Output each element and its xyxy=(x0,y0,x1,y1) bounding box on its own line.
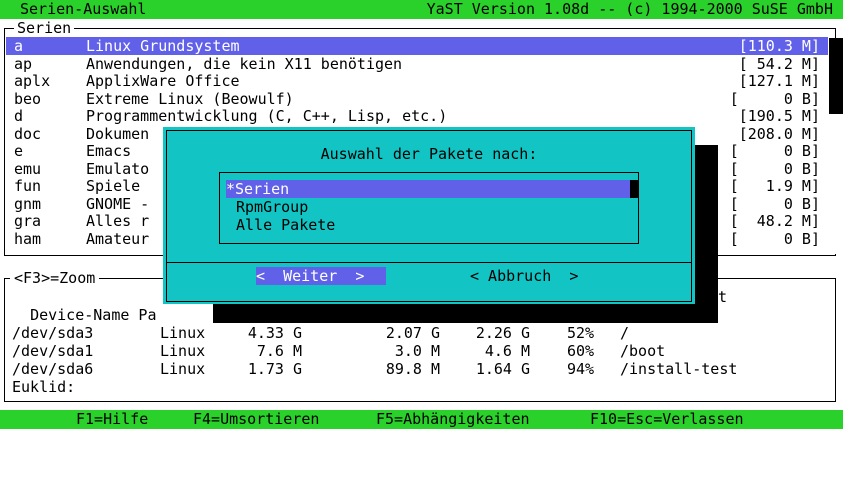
series-description: Extreme Linux (Beowulf) xyxy=(86,89,294,108)
device-pct: 60% xyxy=(567,342,595,360)
series-description: GNOME - xyxy=(86,194,150,213)
series-code: doc xyxy=(14,124,42,143)
scrollbar-track[interactable] xyxy=(829,114,843,254)
option-list[interactable]: *Serien RpmGroup Alle Pakete xyxy=(219,172,639,244)
device-dev: /dev/sda1 xyxy=(12,342,94,360)
series-size: [ 48.2 M] xyxy=(729,212,820,230)
device-pct: 94% xyxy=(567,360,595,378)
series-size: [127.1 M] xyxy=(738,72,820,90)
device-mount: / xyxy=(620,324,630,342)
series-description: Emulato xyxy=(86,159,150,178)
series-size: [ 0 B] xyxy=(729,142,820,160)
f1-help-key[interactable]: F1=Hilfe xyxy=(76,410,148,428)
series-row[interactable]: d Programmentwicklung (C, C++, Lisp, etc.… xyxy=(6,107,828,125)
selection-dialog: Auswahl der Pakete nach: *Serien RpmGrou… xyxy=(163,127,695,304)
series-description: ApplixWare Office xyxy=(86,72,240,90)
f5-deps-key[interactable]: F5=Abhängigkeiten xyxy=(376,410,530,428)
series-size: [ 0 B] xyxy=(729,194,820,213)
device-size: 1.73 G xyxy=(247,360,302,378)
device-row: /dev/sda6 Linux 1.73 G 89.8 M 1.64 G 94% /inst… xyxy=(12,360,832,378)
f10-quit-key[interactable]: F10=Esc=Verlassen xyxy=(590,410,744,428)
device-size: 4.33 G xyxy=(247,324,302,342)
series-size: [ 1.9 M] xyxy=(729,177,820,195)
series-code: gnm xyxy=(14,194,42,213)
series-description: Alles r xyxy=(86,212,150,230)
series-description: Linux Grundsystem xyxy=(86,37,240,55)
series-description: Emacs xyxy=(86,142,132,160)
series-code: aplx xyxy=(14,72,51,90)
device-header-right: t xyxy=(718,288,728,306)
option-alle-pakete[interactable]: Alle Pakete xyxy=(236,216,632,234)
series-code: a xyxy=(14,37,24,55)
series-row[interactable]: ap Anwendungen, die kein X11 benötigen [ 5… xyxy=(6,55,828,73)
series-code: e xyxy=(14,142,24,160)
device-fs: Linux xyxy=(160,360,206,378)
dialog-title: Auswahl der Pakete nach: xyxy=(320,145,538,163)
option-rpmgroup[interactable]: RpmGroup xyxy=(236,198,632,216)
device-row: /dev/sda3 Linux 4.33 G 2.07 G 2.26 G 52% / xyxy=(12,324,832,342)
weiter-button[interactable]: < Weiter > xyxy=(256,267,386,285)
device-used: 89.8 M xyxy=(385,360,440,378)
series-row[interactable]: a Linux Grundsystem [110.3 M] xyxy=(6,37,828,55)
series-size: [ 0 B] xyxy=(729,89,820,108)
option-serien[interactable]: *Serien xyxy=(226,180,632,198)
title-bar: Serien-Auswahl YaST Version 1.08d -- (c)… xyxy=(0,0,843,19)
screen-title: Serien-Auswahl xyxy=(20,0,147,18)
series-code: emu xyxy=(14,159,42,178)
device-header: Device-Name Pa xyxy=(12,288,157,324)
series-size: [ 0 B] xyxy=(729,159,820,178)
device-mount: /boot xyxy=(620,342,666,360)
device-fs: Linux xyxy=(160,342,206,360)
series-description: Anwendungen, die kein X11 benötigen xyxy=(86,54,403,73)
device-header-left: Device-Name Pa xyxy=(30,306,157,324)
device-pct: 52% xyxy=(567,324,595,342)
device-mount: /install-test xyxy=(620,360,738,378)
series-code: beo xyxy=(14,89,42,108)
dialog-separator xyxy=(166,262,692,263)
series-size: [190.5 M] xyxy=(738,107,820,125)
f4-sort-key[interactable]: F4=Umsortieren xyxy=(193,410,319,428)
series-code: gra xyxy=(14,212,42,230)
series-size: [110.3 M] xyxy=(738,37,820,55)
zoom-hint: <F3>=Zoom xyxy=(10,269,100,287)
series-code: ap xyxy=(14,54,33,73)
series-code: fun xyxy=(14,177,42,195)
host-label: Euklid: xyxy=(12,378,76,396)
series-panel-title: Serien xyxy=(14,19,75,37)
function-key-bar: F1=Hilfe F4=Umsortieren F5=Abhängigkeite… xyxy=(0,410,843,429)
series-description: Dokumen xyxy=(86,124,150,143)
device-dev: /dev/sda6 xyxy=(12,360,94,378)
series-code: ham xyxy=(14,229,42,248)
series-code: d xyxy=(14,107,24,125)
series-size: [208.0 M] xyxy=(738,124,820,143)
device-row: /dev/sda1 Linux 7.6 M 3.0 M 4.6 M 60% /boot xyxy=(12,342,832,360)
series-description: Amateur xyxy=(86,229,150,248)
series-description: Spiele xyxy=(86,177,141,195)
scrollbar-thumb[interactable] xyxy=(829,38,843,114)
device-used: 3.0 M xyxy=(394,342,440,360)
device-fs: Linux xyxy=(160,324,206,342)
abbruch-button[interactable]: < Abbruch > xyxy=(470,267,600,285)
version-info: YaST Version 1.08d -- (c) 1994-2000 SuSE… xyxy=(426,0,833,18)
series-description: Programmentwicklung (C, C++, Lisp, etc.) xyxy=(86,107,448,125)
device-free: 2.26 G xyxy=(475,324,530,342)
series-size: [ 54.2 M] xyxy=(738,54,820,73)
series-row[interactable]: aplx ApplixWare Office [127.1 M] xyxy=(6,72,828,90)
device-used: 2.07 G xyxy=(385,324,440,342)
device-free: 1.64 G xyxy=(475,360,530,378)
series-size: [ 0 B] xyxy=(729,229,820,248)
device-size: 7.6 M xyxy=(256,342,302,360)
series-row[interactable]: beo Extreme Linux (Beowulf) [ 0 B] xyxy=(6,90,828,108)
device-dev: /dev/sda3 xyxy=(12,324,94,342)
list-cursor xyxy=(630,180,639,198)
device-free: 4.6 M xyxy=(484,342,530,360)
